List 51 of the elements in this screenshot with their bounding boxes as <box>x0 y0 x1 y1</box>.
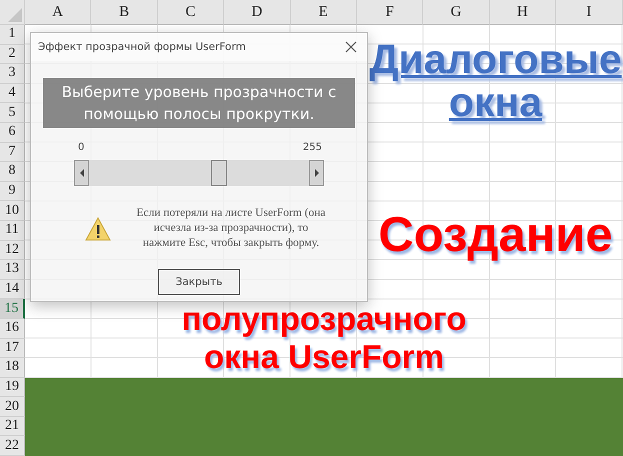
right-arrow-icon <box>314 169 320 177</box>
max-label: 255 <box>302 142 322 153</box>
title-text: окна UserForm <box>204 338 444 376</box>
row-header[interactable]: 18 <box>0 358 25 378</box>
row-header[interactable]: 8 <box>0 162 25 182</box>
heading-text: окна <box>448 81 542 124</box>
row-header[interactable]: 17 <box>0 338 25 358</box>
row-header[interactable]: 16 <box>0 318 25 338</box>
row-header[interactable]: 11 <box>0 220 25 241</box>
row-header[interactable]: 13 <box>0 260 25 280</box>
warning-icon <box>85 216 111 240</box>
scroll-thumb[interactable] <box>211 160 228 186</box>
column-header[interactable]: E <box>290 0 357 25</box>
column-header[interactable]: A <box>25 0 92 25</box>
row-header[interactable]: 22 <box>0 436 25 456</box>
row-header[interactable]: 3 <box>0 64 25 84</box>
scroll-right-button[interactable] <box>309 160 324 186</box>
title-text: Создание <box>378 207 613 264</box>
row-header[interactable]: 15 <box>0 299 25 319</box>
close-icon[interactable] <box>345 41 357 53</box>
min-label: 0 <box>78 142 84 153</box>
row-header[interactable]: 19 <box>0 378 25 398</box>
row-header[interactable]: 6 <box>0 122 25 143</box>
scroll-left-button[interactable] <box>74 160 89 186</box>
column-header[interactable]: I <box>556 0 623 25</box>
triangle-icon <box>8 8 22 22</box>
column-header[interactable]: D <box>224 0 291 25</box>
left-arrow-icon <box>78 169 84 177</box>
row-header[interactable]: 10 <box>0 201 25 221</box>
prompt-label: Выберите уровень прозрачности с помощью полосы прокрутки. <box>43 78 355 128</box>
column-header[interactable]: G <box>423 0 490 25</box>
window-title: Эффект прозрачной формы UserForm <box>38 41 246 53</box>
row-header[interactable]: 1 <box>0 25 25 45</box>
warning-text: Если потеряли на листе UserForm (она исчезла из-за прозрачности), то нажмите Esc, чтобы закрыть форму. <box>135 206 327 251</box>
column-header[interactable]: H <box>490 0 556 25</box>
row-header[interactable]: 4 <box>0 84 25 104</box>
row-header[interactable]: 7 <box>0 142 25 162</box>
column-header[interactable]: F <box>356 0 424 25</box>
row-header[interactable]: 12 <box>0 240 25 260</box>
row-header[interactable]: 2 <box>0 44 25 64</box>
row-header[interactable]: 5 <box>0 103 25 123</box>
row-header[interactable]: 14 <box>0 280 25 300</box>
close-button[interactable]: Закрыть <box>158 269 240 295</box>
heading-text: Диалоговые <box>369 38 622 81</box>
scrollbar[interactable] <box>74 160 324 186</box>
row-header[interactable]: 20 <box>0 397 25 417</box>
column-header[interactable]: C <box>158 0 224 25</box>
title-text: полупрозрачного <box>182 300 466 338</box>
row-header[interactable]: 9 <box>0 182 25 202</box>
row-header[interactable]: 21 <box>0 416 25 436</box>
column-header[interactable]: B <box>91 0 158 25</box>
